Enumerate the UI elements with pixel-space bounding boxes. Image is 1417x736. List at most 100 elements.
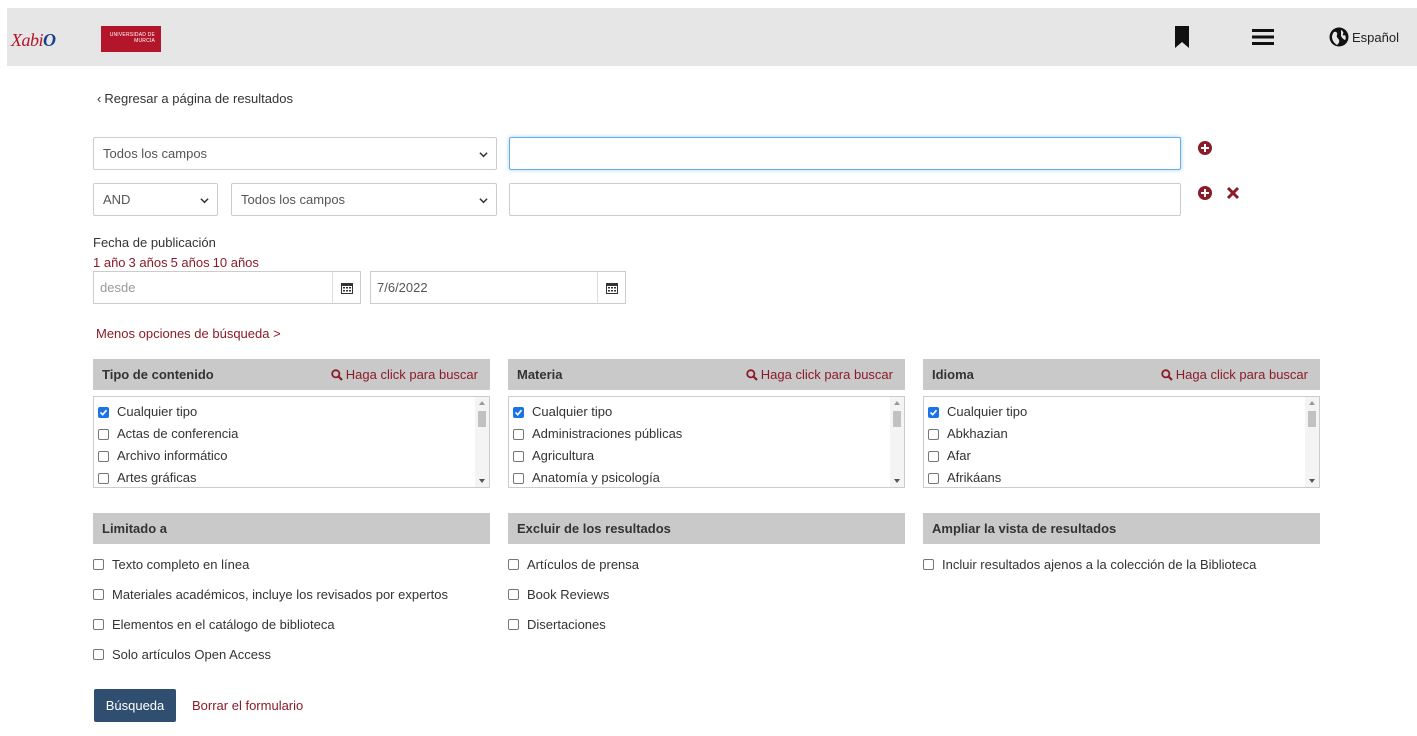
language-selector[interactable]: Español [1329, 26, 1399, 48]
exclude-option-label: Disertaciones [527, 617, 606, 632]
scroll-up-icon[interactable] [478, 400, 486, 406]
scroll-down-icon[interactable] [478, 478, 486, 484]
search-icon [1161, 368, 1173, 381]
add-row-icon[interactable] [1198, 141, 1212, 155]
university-logo[interactable]: UNIVERSIDAD DE MURCIA [101, 26, 161, 52]
date-preset-5-years[interactable]: 5 años [171, 255, 210, 270]
date-from-input[interactable]: desde [93, 271, 333, 304]
checkbox[interactable] [508, 589, 519, 600]
scrollbar[interactable] [1305, 397, 1319, 487]
date-preset-1-year[interactable]: 1 año [93, 255, 126, 270]
field-select-2[interactable]: Todos los campos [231, 183, 497, 216]
facet-list-language[interactable]: Cualquier tipo Abkhazian Afar Afrikáans [923, 396, 1320, 488]
date-from-calendar-button[interactable] [332, 271, 361, 304]
facet-search-link-subject[interactable]: Haga click para buscar [746, 359, 893, 390]
scrollbar[interactable] [475, 397, 489, 487]
xabio-logo[interactable]: XabiO [11, 26, 79, 54]
checkbox[interactable] [508, 559, 519, 570]
exclude-option[interactable]: Book Reviews [508, 587, 609, 602]
facet-option[interactable]: Cualquier tipo [513, 401, 904, 423]
operator-select[interactable]: AND [93, 183, 218, 216]
scrollbar[interactable] [890, 397, 904, 487]
check-icon [514, 409, 523, 416]
calendar-icon [340, 282, 353, 294]
facet-search-link-language[interactable]: Haga click para buscar [1161, 359, 1308, 390]
facet-option[interactable]: Administraciones públicas [513, 423, 904, 445]
facet-title-subject: Materia [517, 367, 563, 382]
checkbox[interactable] [928, 428, 939, 440]
expand-option-label: Incluir resultados ajenos a la colección… [942, 557, 1257, 572]
facet-option[interactable]: Afar [928, 445, 1319, 467]
scroll-down-icon[interactable] [893, 478, 901, 484]
scrollbar-thumb[interactable] [478, 411, 486, 427]
hamburger-menu-icon[interactable] [1252, 28, 1274, 46]
clear-form-link[interactable]: Borrar el formulario [192, 698, 303, 713]
facet-option[interactable]: Cualquier tipo [928, 401, 1319, 423]
limit-option[interactable]: Texto completo en línea [93, 557, 249, 572]
date-preset-3-years[interactable]: 3 años [129, 255, 168, 270]
checkbox[interactable] [93, 649, 104, 660]
language-label: Español [1352, 29, 1399, 45]
scrollbar-thumb[interactable] [893, 411, 901, 427]
facet-option[interactable]: Archivo informático [98, 445, 489, 467]
exclude-option-label: Artículos de prensa [527, 557, 640, 572]
facet-option[interactable]: Anatomía y psicología [513, 467, 904, 487]
exclude-option-label: Book Reviews [527, 587, 610, 602]
checkbox[interactable] [928, 450, 939, 462]
search-icon [331, 368, 343, 381]
checkbox[interactable] [513, 450, 524, 462]
checkbox[interactable] [508, 619, 519, 630]
back-to-results-link[interactable]: ‹ Regresar a página de resultados [97, 91, 293, 106]
scroll-up-icon[interactable] [893, 400, 901, 406]
checkbox[interactable] [513, 428, 524, 440]
checkbox[interactable] [98, 450, 109, 462]
checkbox[interactable] [928, 472, 939, 484]
chevron-left-icon: ‹ [97, 91, 102, 106]
checkbox[interactable] [93, 559, 104, 570]
facet-option-label: Cualquier tipo [947, 404, 1028, 419]
date-preset-10-years[interactable]: 10 años [213, 255, 259, 270]
facet-option[interactable]: Afrikáans [928, 467, 1319, 487]
checkbox[interactable] [928, 406, 939, 418]
add-row-icon[interactable] [1198, 186, 1212, 200]
fewer-options-link[interactable]: Menos opciones de búsqueda > [96, 326, 281, 341]
search-term-input-1[interactable] [509, 137, 1181, 170]
checkbox[interactable] [98, 406, 109, 418]
search-term-input-2[interactable] [509, 183, 1181, 216]
facet-option[interactable]: Abkhazian [928, 423, 1319, 445]
limit-option[interactable]: Solo artículos Open Access [93, 647, 271, 662]
facet-option[interactable]: Artes gráficas [98, 467, 489, 487]
facet-option[interactable]: Agricultura [513, 445, 904, 467]
checkbox[interactable] [98, 472, 109, 484]
limit-option[interactable]: Materiales académicos, incluye los revis… [93, 587, 448, 602]
checkbox[interactable] [93, 589, 104, 600]
limit-option[interactable]: Elementos en el catálogo de biblioteca [93, 617, 335, 632]
expand-option[interactable]: Incluir resultados ajenos a la colección… [923, 557, 1256, 572]
facet-option[interactable]: Cualquier tipo [98, 401, 489, 423]
scrollbar-thumb[interactable] [1308, 411, 1316, 427]
checkbox[interactable] [923, 559, 934, 570]
checkbox[interactable] [98, 428, 109, 440]
exclude-option[interactable]: Disertaciones [508, 617, 606, 632]
facet-search-label: Haga click para buscar [1175, 367, 1308, 382]
field-select-1[interactable]: Todos los campos [93, 137, 497, 170]
checkbox[interactable] [513, 472, 524, 484]
facet-list-content-type[interactable]: Cualquier tipo Actas de conferencia Arch… [93, 396, 490, 488]
checkbox[interactable] [93, 619, 104, 630]
facet-search-link-content-type[interactable]: Haga click para buscar [331, 359, 478, 390]
checkbox[interactable] [513, 406, 524, 418]
date-to-input[interactable]: 7/6/2022 [370, 271, 598, 304]
publication-date-label: Fecha de publicación [93, 235, 216, 250]
search-icon [746, 368, 758, 381]
scroll-up-icon[interactable] [1308, 400, 1316, 406]
date-to-calendar-button[interactable] [597, 271, 626, 304]
facet-option-label: Administraciones públicas [532, 426, 683, 441]
scroll-down-icon[interactable] [1308, 478, 1316, 484]
facet-list-subject[interactable]: Cualquier tipo Administraciones públicas… [508, 396, 905, 488]
facet-option[interactable]: Actas de conferencia [98, 423, 489, 445]
search-button[interactable]: Búsqueda [94, 689, 176, 722]
bookmark-icon[interactable] [1174, 26, 1190, 48]
remove-row-icon[interactable] [1226, 186, 1240, 200]
exclude-option[interactable]: Artículos de prensa [508, 557, 639, 572]
facet-option-label: Afrikáans [947, 470, 1002, 485]
